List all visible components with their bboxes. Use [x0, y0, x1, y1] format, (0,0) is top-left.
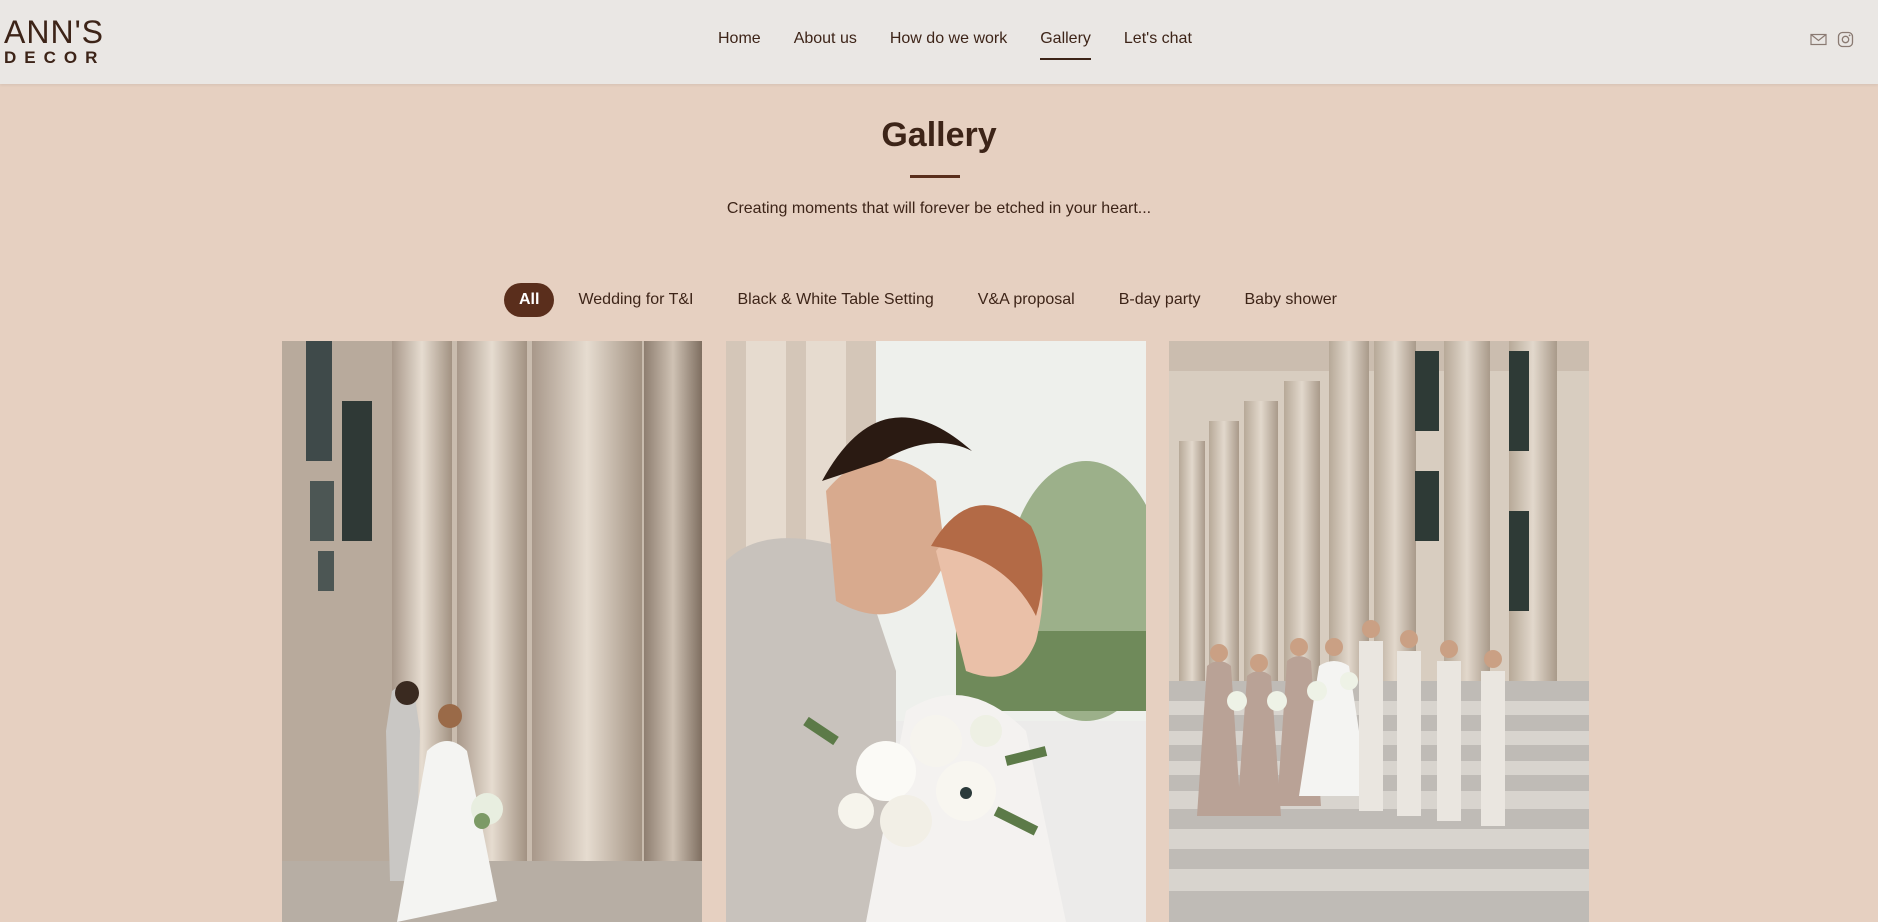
page-title: Gallery	[881, 116, 997, 154]
filter-bday-party[interactable]: B-day party	[1107, 283, 1213, 317]
filter-black-white-table-setting[interactable]: Black & White Table Setting	[725, 283, 945, 317]
photo-couple-bouquet-image	[726, 341, 1146, 922]
gallery-photo-couple-bouquet[interactable]	[726, 341, 1146, 922]
nav-item-lets-chat[interactable]: Let's chat	[1124, 30, 1192, 48]
gallery-photo-wedding-party[interactable]	[1169, 341, 1589, 922]
filter-baby-shower[interactable]: Baby shower	[1233, 283, 1350, 317]
nav-item-gallery[interactable]: Gallery	[1040, 30, 1091, 60]
nav-item-home[interactable]: Home	[718, 30, 761, 48]
gallery-photo-couple-columns[interactable]	[282, 341, 702, 922]
photo-wedding-party-image	[1169, 341, 1589, 922]
logo-line-2: DECOR	[4, 48, 106, 67]
site-header: ANN'S DECOR Home About us How do we work…	[0, 0, 1878, 84]
main-nav: Home About us How do we work Gallery Let…	[718, 30, 1225, 60]
social-icons	[1810, 31, 1854, 48]
nav-item-about-us[interactable]: About us	[794, 30, 857, 48]
nav-item-how-do-we-work[interactable]: How do we work	[890, 30, 1007, 48]
photo-couple-columns-image	[282, 341, 702, 922]
filter-all[interactable]: All	[504, 283, 555, 317]
filter-va-proposal[interactable]: V&A proposal	[966, 283, 1087, 317]
page-subtitle: Creating moments that will forever be et…	[726, 200, 1152, 217]
logo-line-1: ANN'S	[4, 14, 105, 50]
filter-wedding-ti[interactable]: Wedding for T&I	[566, 283, 705, 317]
instagram-icon[interactable]	[1837, 31, 1854, 48]
mail-icon[interactable]	[1810, 31, 1827, 48]
gallery-filters: All Wedding for T&I Black & White Table …	[504, 283, 1369, 317]
title-underline	[910, 175, 960, 178]
logo[interactable]: ANN'S DECOR	[4, 16, 105, 66]
